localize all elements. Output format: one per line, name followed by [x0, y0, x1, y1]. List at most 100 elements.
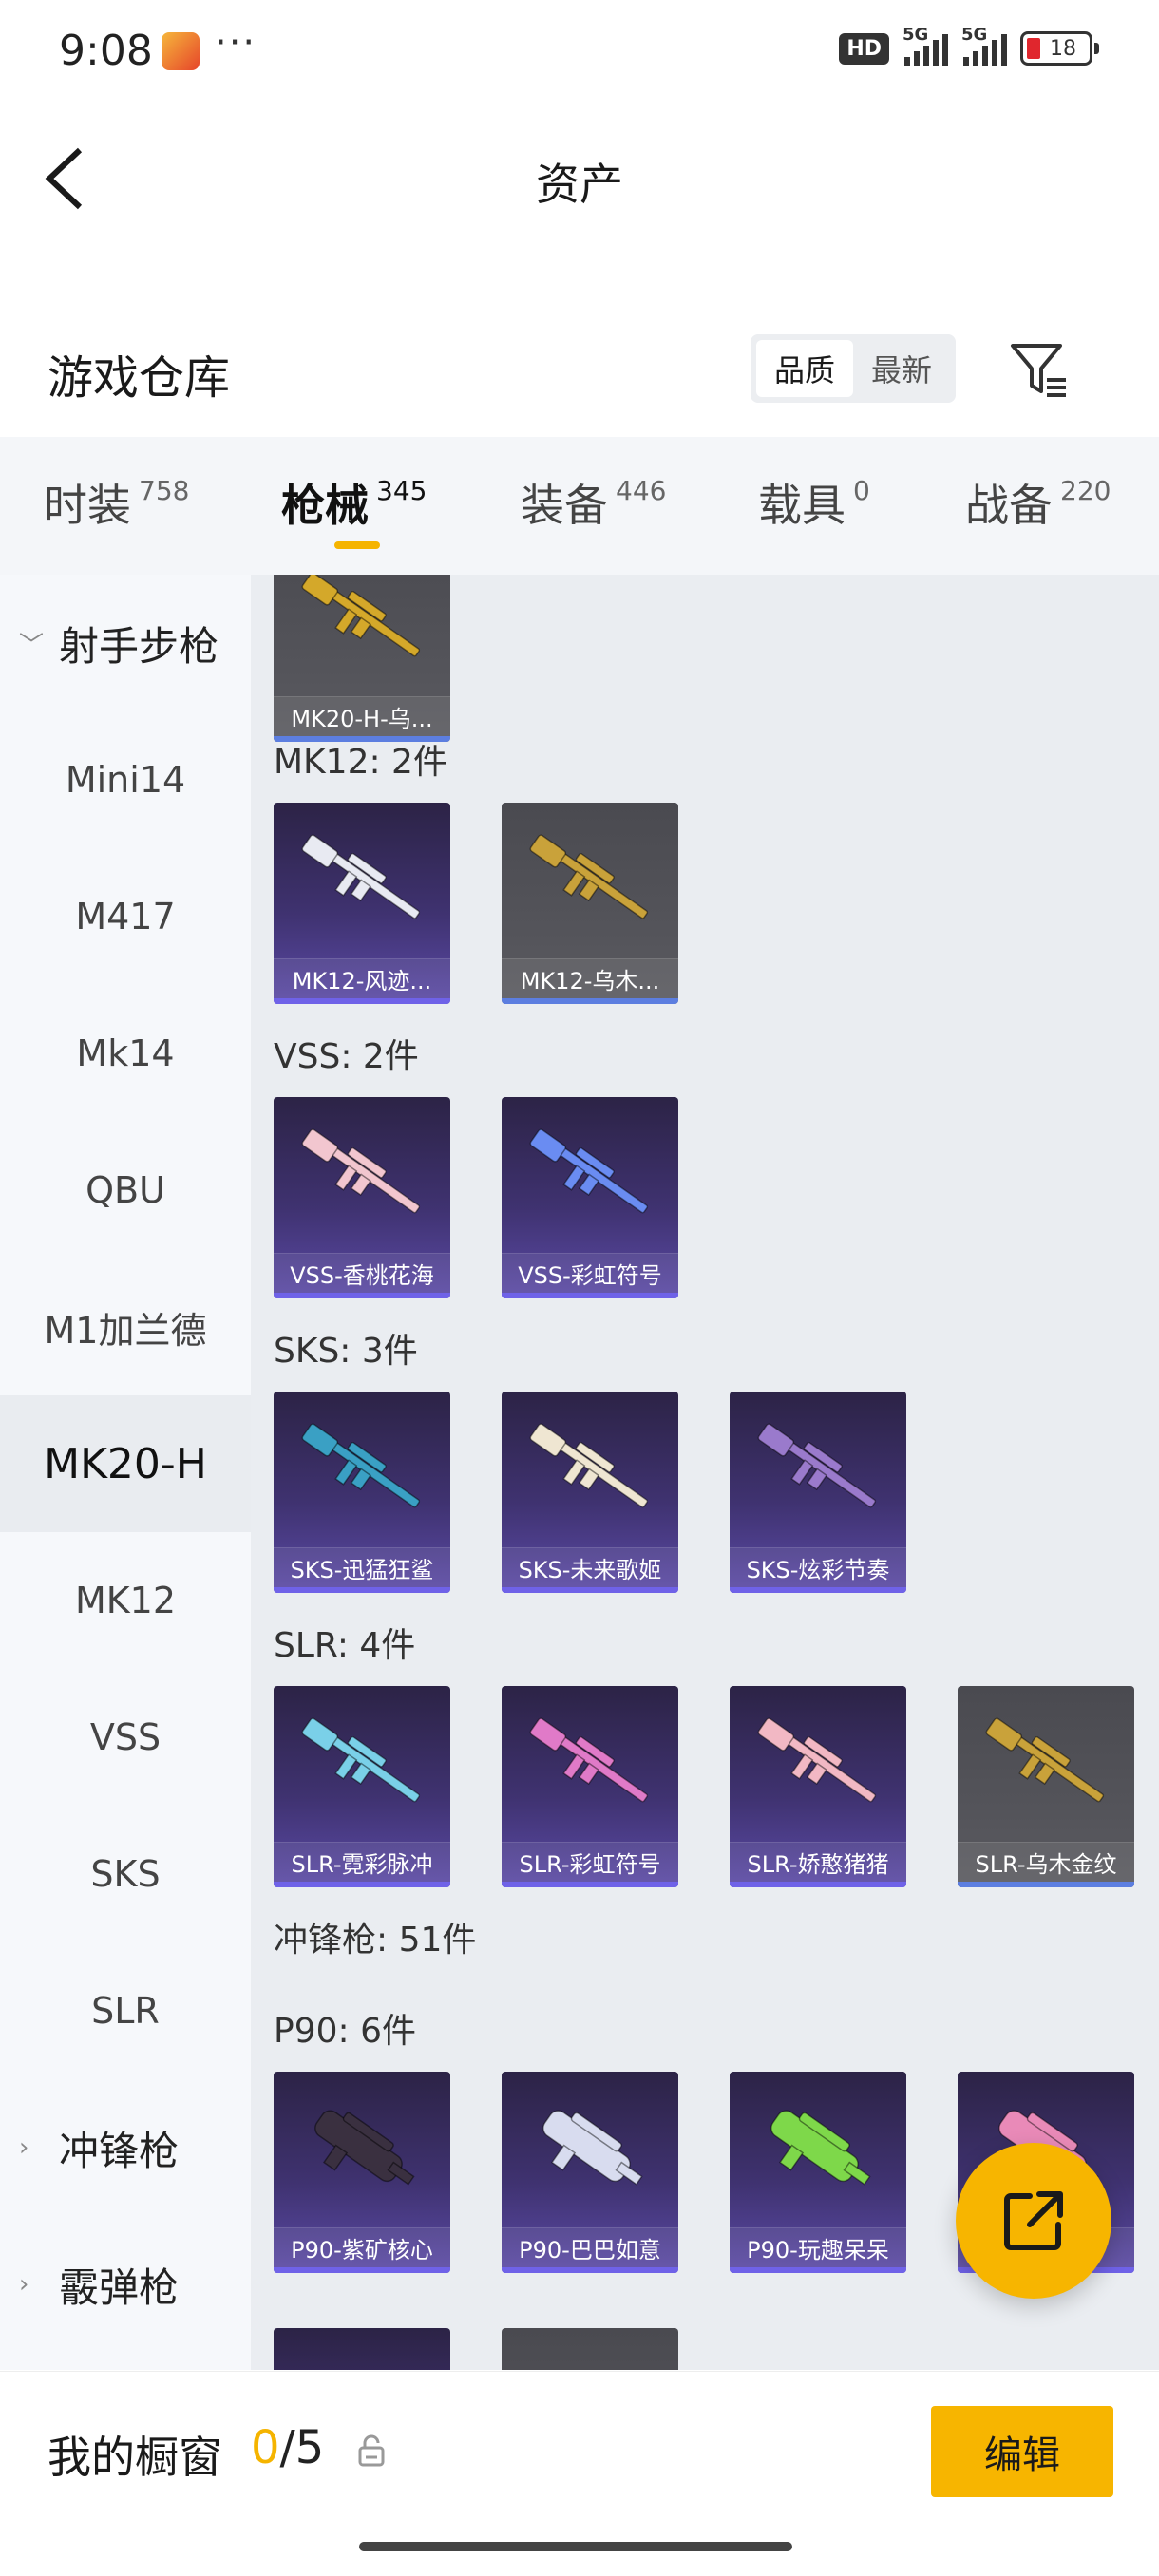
- skin-name: SKS-炫彩节奏: [730, 1547, 906, 1587]
- weapon-skin-image: [757, 1423, 877, 1508]
- tab-supplies[interactable]: 战备 220: [965, 471, 1111, 534]
- skin-card[interactable]: P90-巴巴如意: [502, 2072, 678, 2273]
- skin-name: MK12-风迹...: [274, 958, 450, 998]
- weapon-category-sidebar: ﹀ 射手步枪 Mini14 M417 Mk14 QBU M1加兰德 MK20-H…: [0, 575, 251, 2370]
- lock-icon: [358, 2434, 385, 2467]
- skin-name: P90-紫矿核心: [274, 2227, 450, 2267]
- skin-card[interactable]: [502, 2328, 678, 2370]
- chevron-right-icon: ›: [19, 2133, 29, 2162]
- skin-name: SKS-迅猛狂鲨: [274, 1547, 450, 1587]
- weapon-skin-image: [542, 2110, 643, 2186]
- section-title-p90: P90: 6件: [274, 2012, 416, 2051]
- skin-card[interactable]: SKS-炫彩节奏: [730, 1392, 906, 1593]
- sidebar-group-shotgun[interactable]: › 霰弹枪: [0, 2216, 251, 2353]
- skin-name: SLR-娇憨猪猪: [730, 1842, 906, 1882]
- weapon-skin-image: [529, 1717, 649, 1803]
- sidebar-group-smg[interactable]: › 冲锋枪: [0, 2079, 251, 2216]
- tab-firearms[interactable]: 枪械 345: [281, 471, 427, 534]
- page-title: 资产: [536, 159, 623, 210]
- skin-card[interactable]: P90-玩趣呆呆: [730, 2072, 906, 2273]
- status-time: 9:08: [59, 27, 153, 75]
- skin-name: SLR-乌木金纹: [958, 1842, 1134, 1882]
- section-title-sks: SKS: 3件: [274, 1332, 418, 1371]
- weapon-skin-image: [757, 1717, 877, 1803]
- section-title-slr: SLR: 4件: [274, 1626, 416, 1665]
- tab-vehicles[interactable]: 载具 0: [758, 471, 870, 534]
- sidebar-item-m417[interactable]: M417: [0, 848, 251, 985]
- signal-icon: 5G: [902, 25, 948, 66]
- skin-name: MK20-H-乌...: [274, 696, 450, 736]
- edit-button[interactable]: 编辑: [931, 2406, 1113, 2497]
- skin-card[interactable]: SLR-彩虹符号: [502, 1686, 678, 1887]
- skin-name: P90-巴巴如意: [502, 2227, 678, 2267]
- weapon-skin-image: [301, 1128, 421, 1214]
- weapon-skin-image: [301, 575, 421, 657]
- sort-newest-button[interactable]: 最新: [853, 340, 950, 397]
- skin-name: SLR-彩虹符号: [502, 1842, 678, 1882]
- sidebar-item-sks[interactable]: SKS: [0, 1806, 251, 1942]
- sidebar-group-marksman[interactable]: ﹀ 射手步枪: [0, 575, 251, 711]
- skin-card[interactable]: [274, 2328, 450, 2370]
- sidebar-item-mk14[interactable]: Mk14: [0, 985, 251, 1122]
- share-button[interactable]: [956, 2143, 1112, 2299]
- weapon-skin-image: [529, 834, 649, 919]
- section-title-smg: 冲锋枪: 51件: [274, 1921, 477, 1960]
- active-tab-indicator: [334, 541, 380, 549]
- weapon-skin-image: [529, 1423, 649, 1508]
- skin-card[interactable]: SLR-娇憨猪猪: [730, 1686, 906, 1887]
- weapon-skin-image: [985, 1717, 1105, 1803]
- section-title-vss: VSS: 2件: [274, 1037, 419, 1076]
- sidebar-item-slr[interactable]: SLR: [0, 1942, 251, 2079]
- weapon-skin-image: [770, 2110, 871, 2186]
- tab-equipment[interactable]: 装备 446: [521, 471, 666, 534]
- section-title-mk12: MK12: 2件: [274, 743, 447, 782]
- skin-card[interactable]: VSS-香桃花海: [274, 1097, 450, 1298]
- skin-card[interactable]: MK12-乌木...: [502, 803, 678, 1004]
- sidebar-item-mk12[interactable]: MK12: [0, 1532, 251, 1669]
- skin-card[interactable]: P90-紫矿核心: [274, 2072, 450, 2273]
- sidebar-item-m1-garand[interactable]: M1加兰德: [0, 1259, 251, 1395]
- skin-name: SLR-霓彩脉冲: [274, 1842, 450, 1882]
- skin-card[interactable]: MK20-H-乌...: [274, 575, 450, 742]
- status-bar: 9:08 ··· HD 5G 5G 18: [0, 0, 1159, 104]
- weapon-skin-image: [301, 1717, 421, 1803]
- sidebar-item-mini14[interactable]: Mini14: [0, 711, 251, 848]
- filter-icon: [1011, 344, 1066, 397]
- skin-name: MK12-乌木...: [502, 958, 678, 998]
- skin-name: VSS-香桃花海: [274, 1253, 450, 1293]
- sort-quality-button[interactable]: 品质: [756, 340, 853, 397]
- weapon-skin-image: [301, 1423, 421, 1508]
- skin-card[interactable]: SLR-乌木金纹: [958, 1686, 1134, 1887]
- chevron-down-icon: ﹀: [19, 631, 45, 660]
- weapon-skin-image: [314, 2110, 415, 2186]
- skin-name: VSS-彩虹符号: [502, 1253, 678, 1293]
- skin-card[interactable]: MK12-风迹...: [274, 803, 450, 1004]
- showcase-title: 我的橱窗: [48, 2432, 222, 2483]
- sidebar-item-qbu[interactable]: QBU: [0, 1122, 251, 1259]
- showcase-count: 0/5: [251, 2421, 325, 2474]
- battery-icon: 18: [1020, 31, 1099, 66]
- sidebar-item-vss[interactable]: VSS: [0, 1669, 251, 1806]
- skin-card[interactable]: SKS-未来歌姬: [502, 1392, 678, 1593]
- weapon-skin-grid: MK20-H-乌... MK12: 2件 MK12-风迹... MK12-乌木.…: [251, 575, 1159, 2370]
- category-tabs: 时装 758 枪械 345 装备 446 载具 0 战备 220: [0, 437, 1159, 575]
- skin-card[interactable]: SKS-迅猛狂鲨: [274, 1392, 450, 1593]
- skin-name: SKS-未来歌姬: [502, 1547, 678, 1587]
- chevron-right-icon: ›: [19, 2270, 29, 2299]
- weapon-skin-image: [529, 1128, 649, 1214]
- home-indicator[interactable]: [359, 2542, 792, 2551]
- warehouse-title: 游戏仓库: [48, 351, 231, 405]
- weapon-skin-image: [301, 834, 421, 919]
- sort-toggle: 品质 最新: [750, 334, 956, 403]
- filter-button[interactable]: [1007, 338, 1070, 401]
- tab-fashion[interactable]: 时装 758: [44, 471, 189, 534]
- skin-card[interactable]: SLR-霓彩脉冲: [274, 1686, 450, 1887]
- status-indicators: HD 5G 5G 18: [839, 25, 1099, 66]
- skin-name: P90-玩趣呆呆: [730, 2227, 906, 2267]
- game-app-icon: [162, 32, 200, 70]
- signal-icon-2: 5G: [961, 25, 1007, 66]
- share-export-icon: [1004, 2191, 1063, 2250]
- more-dots-icon: ···: [215, 21, 257, 65]
- sidebar-item-mk20h[interactable]: MK20-H: [0, 1395, 251, 1532]
- skin-card[interactable]: VSS-彩虹符号: [502, 1097, 678, 1298]
